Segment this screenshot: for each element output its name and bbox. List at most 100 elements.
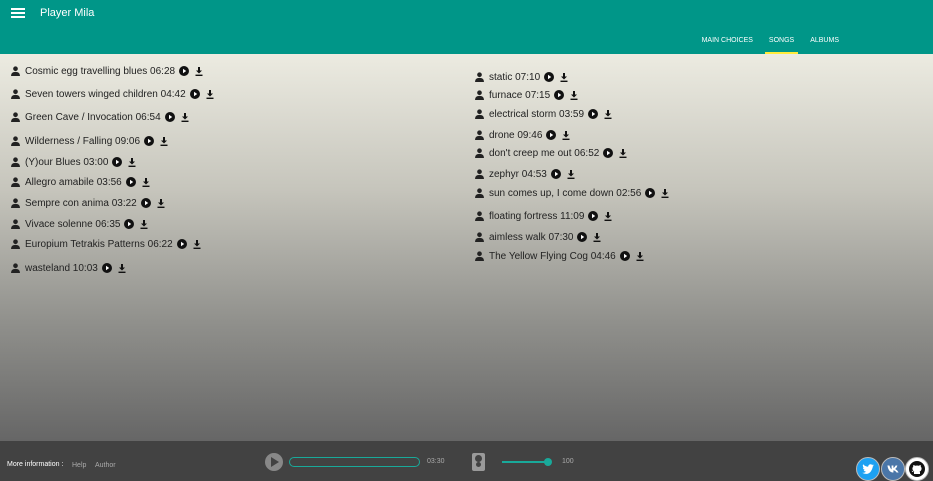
song-title: zephyr 04:53 — [489, 168, 547, 180]
play-circle-icon[interactable] — [546, 130, 557, 140]
author-link[interactable]: Author — [95, 462, 116, 469]
download-icon[interactable] — [619, 148, 627, 158]
list-item: Seven towers winged children 04:42 — [11, 87, 214, 101]
menu-icon[interactable] — [11, 8, 25, 20]
play-circle-icon[interactable] — [544, 72, 555, 82]
person-icon — [475, 232, 484, 242]
tab-albums[interactable]: ALBUMS — [802, 30, 847, 54]
person-icon — [475, 90, 484, 100]
download-icon[interactable] — [157, 198, 165, 208]
list-item: furnace 07:15 — [475, 88, 578, 102]
tab-bar: MAIN CHOICES SONGS ALBUMS — [694, 30, 933, 54]
tab-songs[interactable]: SONGS — [761, 30, 802, 54]
volume-slider-handle[interactable] — [544, 458, 552, 466]
play-circle-icon[interactable] — [588, 211, 599, 221]
play-circle-icon[interactable] — [101, 263, 112, 273]
song-title: floating fortress 11:09 — [489, 210, 585, 222]
download-icon[interactable] — [604, 109, 612, 119]
person-icon — [475, 148, 484, 158]
play-circle-icon[interactable] — [554, 90, 565, 100]
person-icon — [11, 157, 20, 167]
download-icon[interactable] — [567, 169, 575, 179]
song-title: Cosmic egg travelling blues 06:28 — [25, 65, 176, 77]
list-item: Sempre con anima 03:22 — [11, 196, 165, 210]
song-title: furnace 07:15 — [489, 89, 551, 101]
download-icon[interactable] — [593, 232, 601, 242]
volume-value: 100 — [562, 458, 574, 465]
person-icon — [475, 72, 484, 82]
person-icon — [11, 66, 20, 76]
play-circle-icon[interactable] — [176, 239, 187, 249]
list-item: sun comes up, I come down 02:56 — [475, 186, 669, 200]
play-circle-icon[interactable] — [619, 251, 630, 261]
download-icon[interactable] — [128, 157, 136, 167]
play-circle-icon[interactable] — [588, 109, 599, 119]
download-icon[interactable] — [181, 112, 189, 122]
song-title: sun comes up, I come down 02:56 — [489, 187, 642, 199]
download-icon[interactable] — [160, 136, 168, 146]
list-item: floating fortress 11:09 — [475, 209, 612, 223]
download-icon[interactable] — [604, 211, 612, 221]
play-circle-icon[interactable] — [164, 112, 175, 122]
play-circle-icon[interactable] — [179, 66, 190, 76]
volume-slider-track[interactable] — [502, 461, 549, 463]
song-title: Green Cave / Invocation 06:54 — [25, 111, 161, 123]
song-title: Sempre con anima 03:22 — [25, 197, 137, 209]
song-title: electrical storm 03:59 — [489, 108, 585, 120]
play-circle-icon[interactable] — [603, 148, 614, 158]
download-icon[interactable] — [570, 90, 578, 100]
list-item: zephyr 04:53 — [475, 167, 575, 181]
song-title: aimless walk 07:30 — [489, 231, 574, 243]
download-icon[interactable] — [193, 239, 201, 249]
play-circle-icon[interactable] — [189, 89, 200, 99]
song-title: don't creep me out 06:52 — [489, 147, 600, 159]
play-circle-icon[interactable] — [550, 169, 561, 179]
play-circle-icon[interactable] — [140, 198, 151, 208]
person-icon — [475, 109, 484, 119]
play-circle-icon[interactable] — [144, 136, 155, 146]
list-item: don't creep me out 06:52 — [475, 146, 627, 160]
more-information-label: More information : — [7, 461, 64, 468]
person-icon — [11, 136, 20, 146]
person-icon — [11, 239, 20, 249]
play-button[interactable] — [265, 453, 283, 471]
song-title: Seven towers winged children 04:42 — [25, 88, 186, 100]
app-title: Player Mila — [40, 7, 95, 19]
speaker-icon[interactable] — [472, 453, 485, 471]
play-circle-icon[interactable] — [125, 177, 136, 187]
list-item: Green Cave / Invocation 06:54 — [11, 110, 189, 124]
github-icon[interactable] — [905, 457, 929, 481]
vk-icon[interactable] — [881, 457, 905, 481]
song-title: drone 09:46 — [489, 129, 543, 141]
list-item: (Y)our Blues 03:00 — [11, 155, 136, 169]
app-bar: Player Mila MAIN CHOICES SONGS ALBUMS — [0, 0, 933, 54]
play-circle-icon[interactable] — [124, 219, 135, 229]
download-icon[interactable] — [140, 219, 148, 229]
list-item: electrical storm 03:59 — [475, 107, 612, 121]
help-link[interactable]: Help — [72, 462, 86, 469]
person-icon — [475, 188, 484, 198]
footer-player-bar: More information : Help Author 03:30 100 — [0, 441, 933, 481]
song-title: Vivace solenne 06:35 — [25, 218, 121, 230]
play-circle-icon[interactable] — [645, 188, 656, 198]
tab-main-choices[interactable]: MAIN CHOICES — [694, 30, 761, 54]
list-item: Cosmic egg travelling blues 06:28 — [11, 64, 203, 78]
download-icon[interactable] — [560, 72, 568, 82]
play-circle-icon[interactable] — [577, 232, 588, 242]
progress-bar[interactable] — [289, 457, 420, 467]
download-icon[interactable] — [661, 188, 669, 198]
person-icon — [11, 177, 20, 187]
download-icon[interactable] — [636, 251, 644, 261]
song-title: Europium Tetrakis Patterns 06:22 — [25, 238, 173, 250]
download-icon[interactable] — [562, 130, 570, 140]
download-icon[interactable] — [118, 263, 126, 273]
download-icon[interactable] — [195, 66, 203, 76]
list-item: Vivace solenne 06:35 — [11, 217, 148, 231]
download-icon[interactable] — [206, 89, 214, 99]
person-icon — [11, 112, 20, 122]
song-title: wasteland 10:03 — [25, 262, 98, 274]
twitter-icon[interactable] — [856, 457, 880, 481]
play-circle-icon[interactable] — [112, 157, 123, 167]
song-title: Wilderness / Falling 09:06 — [25, 135, 141, 147]
download-icon[interactable] — [142, 177, 150, 187]
